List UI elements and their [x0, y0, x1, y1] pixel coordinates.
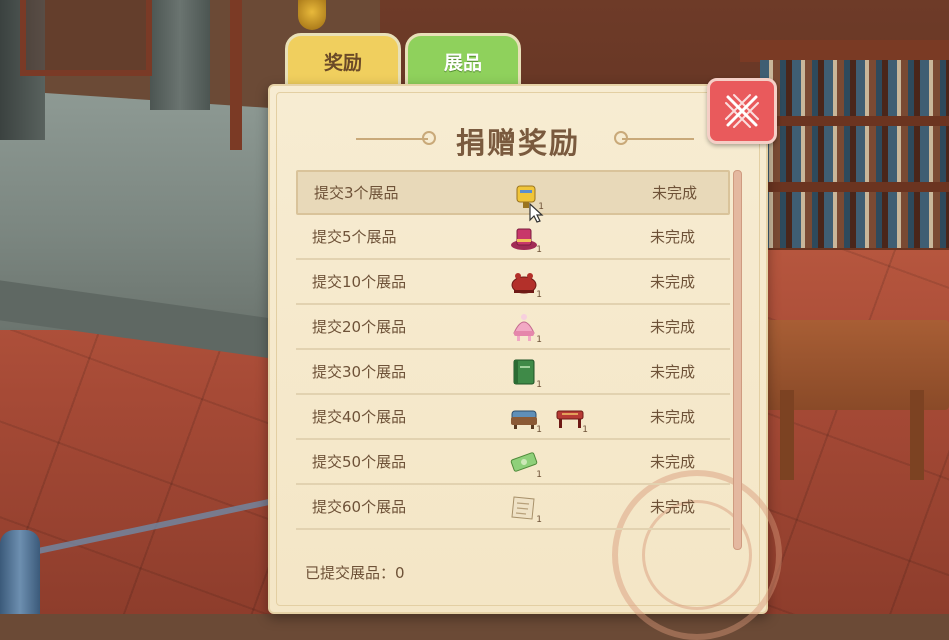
item-count: 1 [536, 380, 542, 390]
red-table-icon[interactable]: 1 [554, 401, 588, 435]
submitted-exhibits-count: 已提交展品：0 [305, 564, 405, 582]
title-ornament-right [614, 131, 694, 145]
table-leg [910, 390, 924, 480]
item-count: 1 [536, 425, 542, 435]
item-count: 1 [536, 290, 542, 300]
close-button[interactable] [707, 78, 777, 144]
reward-row[interactable]: 提交50个展品 1 未完成 [296, 440, 730, 485]
wooden-chair [20, 0, 152, 76]
reward-items: 1 [508, 491, 542, 525]
reward-status: 未完成 [650, 273, 696, 291]
reward-row[interactable]: 提交40个展品 1 1 未完成 [296, 395, 730, 440]
reward-status: 未完成 [650, 453, 696, 471]
wooden-railing [230, 0, 242, 150]
reward-requirement: 提交50个展品 [312, 453, 407, 471]
reward-requirement: 提交20个展品 [312, 318, 407, 336]
reward-row[interactable]: 提交3个展品 1 未完成 [296, 170, 730, 215]
item-count: 1 [536, 245, 542, 255]
reward-items: 1 1 [508, 401, 588, 435]
reward-requirement: 提交60个展品 [312, 498, 407, 516]
reward-status: 未完成 [650, 363, 696, 381]
reward-status: 未完成 [650, 318, 696, 336]
mouse-cursor-icon [528, 202, 544, 228]
reward-row[interactable]: 提交30个展品 1 未完成 [296, 350, 730, 395]
reward-row[interactable]: 提交10个展品 1 未完成 [296, 260, 730, 305]
paper-scroll-icon[interactable]: 1 [508, 491, 542, 525]
reward-status: 未完成 [650, 498, 696, 516]
reward-items: 1 [508, 446, 542, 480]
reward-row[interactable]: 提交20个展品 1 未完成 [296, 305, 730, 350]
pink-knit-hat-icon[interactable]: 1 [508, 311, 542, 345]
panel-title: 捐赠奖励 [455, 126, 580, 160]
reward-items: 1 [508, 356, 542, 390]
red-crab-furniture-icon[interactable]: 1 [508, 266, 542, 300]
green-banknote-icon[interactable]: 1 [508, 446, 542, 480]
reward-status: 未完成 [652, 184, 698, 202]
reward-row[interactable]: 提交5个展品 1 未完成 [296, 215, 730, 260]
item-count: 1 [582, 425, 588, 435]
reward-status: 未完成 [650, 408, 696, 426]
item-count: 1 [536, 515, 542, 525]
reward-requirement: 提交10个展品 [312, 273, 407, 291]
bookshelf-top [740, 40, 949, 62]
reward-requirement: 提交40个展品 [312, 408, 407, 426]
reward-row[interactable]: 提交60个展品 1 未完成 [296, 485, 730, 530]
item-count: 1 [536, 470, 542, 480]
list-scrollbar[interactable] [733, 170, 742, 550]
table-leg [780, 390, 794, 480]
reward-items: 1 [508, 266, 542, 300]
reward-requirement: 提交5个展品 [312, 228, 397, 246]
reward-status: 未完成 [650, 228, 696, 246]
rope-post [0, 530, 40, 614]
item-count: 1 [536, 335, 542, 345]
stone-pillar [150, 0, 210, 110]
reward-requirement: 提交3个展品 [314, 184, 399, 202]
reward-list[interactable]: 提交3个展品 1 未完成 提交5个展品 1 未完成 提交10个展品 1 未完成 [296, 170, 730, 550]
blue-sofa-icon[interactable]: 1 [508, 401, 542, 435]
reward-items: 1 [508, 311, 542, 345]
reward-requirement: 提交30个展品 [312, 363, 407, 381]
green-book-icon[interactable]: 1 [508, 356, 542, 390]
close-icon [725, 94, 759, 128]
wooden-table [760, 320, 949, 480]
golden-vase [298, 0, 326, 30]
